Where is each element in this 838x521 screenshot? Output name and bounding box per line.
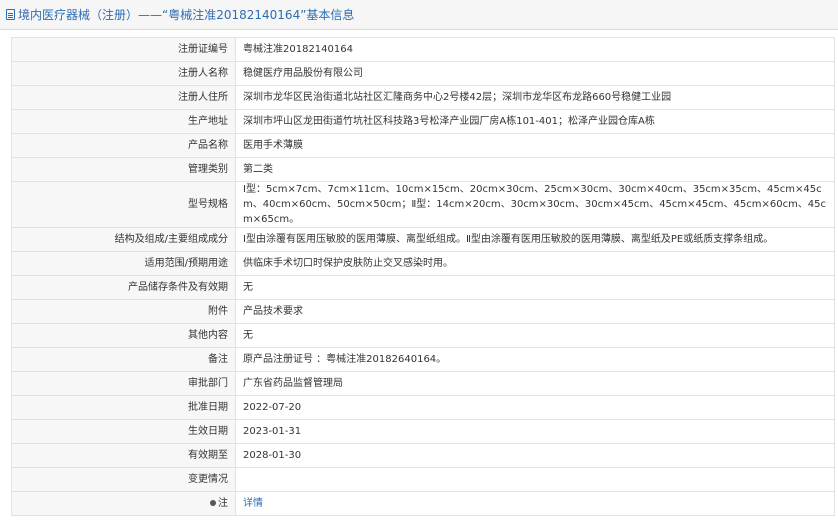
table-row: 批准日期 2022-07-20 <box>11 395 835 420</box>
row-value: 第二类 <box>235 157 835 182</box>
row-label: 注 <box>218 498 228 509</box>
table-row: 审批部门 广东省药品监督管理局 <box>11 371 835 396</box>
row-value: Ⅰ型由涂覆有医用压敏胶的医用薄膜、离型纸组成。Ⅱ型由涂覆有医用压敏胶的医用薄膜、… <box>235 227 835 252</box>
table-row: 适用范围/预期用途 供临床手术切口时保护皮肤防止交叉感染时用。 <box>11 251 835 276</box>
row-value: 原产品注册证号 ：粤械注准20182640164。 <box>235 347 835 372</box>
table-row: 生产地址 深圳市坪山区龙田街道竹坑社区科技路3号松泽产业园厂房A栋101-401… <box>11 109 835 134</box>
table-row: 型号规格 Ⅰ型：5cm×7cm、7cm×11cm、10cm×15cm、20cm×… <box>11 181 835 228</box>
details-link[interactable]: 详情 <box>243 498 263 509</box>
table-row: 其他内容 无 <box>11 323 835 348</box>
page-header: 境内医疗器械（注册）——“粤械注准20182140164”基本信息 <box>0 0 838 30</box>
row-value: 无 <box>235 323 835 348</box>
table-row: 注册证编号 粤械注准20182140164 <box>11 37 835 62</box>
note-value-cell: 详情 <box>235 491 835 516</box>
row-label: 管理类别 <box>11 157 236 182</box>
table-row: 有效期至 2028-01-30 <box>11 443 835 468</box>
row-value: 深圳市龙华区民治街道北站社区汇隆商务中心2号楼42层；深圳市龙华区布龙路660号… <box>235 85 835 110</box>
row-value <box>235 467 835 492</box>
table-row: 注 详情 <box>11 491 835 516</box>
row-label: 变更情况 <box>11 467 236 492</box>
row-label: 批准日期 <box>11 395 236 420</box>
table-row: 结构及组成/主要组成成分 Ⅰ型由涂覆有医用压敏胶的医用薄膜、离型纸组成。Ⅱ型由涂… <box>11 227 835 252</box>
note-label-cell: 注 <box>11 491 236 516</box>
table-row: 变更情况 <box>11 467 835 492</box>
row-label: 备注 <box>11 347 236 372</box>
row-value: 产品技术要求 <box>235 299 835 324</box>
document-icon <box>6 9 15 20</box>
row-label: 产品储存条件及有效期 <box>11 275 236 300</box>
row-label: 结构及组成/主要组成成分 <box>11 227 236 252</box>
row-value: 稳健医疗用品股份有限公司 <box>235 61 835 86</box>
pin-icon <box>210 500 216 506</box>
row-label: 注册人名称 <box>11 61 236 86</box>
row-value: 广东省药品监督管理局 <box>235 371 835 396</box>
row-label: 注册证编号 <box>11 37 236 62</box>
table-row: 注册人住所 深圳市龙华区民治街道北站社区汇隆商务中心2号楼42层；深圳市龙华区布… <box>11 85 835 110</box>
table-row: 生效日期 2023-01-31 <box>11 419 835 444</box>
row-value: 无 <box>235 275 835 300</box>
row-value: 2028-01-30 <box>235 443 835 468</box>
table-row: 备注 原产品注册证号 ：粤械注准20182640164。 <box>11 347 835 372</box>
row-label: 其他内容 <box>11 323 236 348</box>
row-label: 型号规格 <box>11 181 236 228</box>
row-value: Ⅰ型：5cm×7cm、7cm×11cm、10cm×15cm、20cm×30cm、… <box>235 181 835 228</box>
row-value: 2022-07-20 <box>235 395 835 420</box>
info-table: 注册证编号 粤械注准20182140164 注册人名称 稳健医疗用品股份有限公司… <box>11 37 835 516</box>
row-label: 有效期至 <box>11 443 236 468</box>
row-label: 生产地址 <box>11 109 236 134</box>
row-value: 供临床手术切口时保护皮肤防止交叉感染时用。 <box>235 251 835 276</box>
row-label: 附件 <box>11 299 236 324</box>
row-label: 产品名称 <box>11 133 236 158</box>
row-label: 生效日期 <box>11 419 236 444</box>
row-value: 粤械注准20182140164 <box>235 37 835 62</box>
row-label: 适用范围/预期用途 <box>11 251 236 276</box>
row-label: 审批部门 <box>11 371 236 396</box>
row-value: 医用手术薄膜 <box>235 133 835 158</box>
table-row: 管理类别 第二类 <box>11 157 835 182</box>
row-value: 深圳市坪山区龙田街道竹坑社区科技路3号松泽产业园厂房A栋101-401；松泽产业… <box>235 109 835 134</box>
row-value: 2023-01-31 <box>235 419 835 444</box>
table-row: 注册人名称 稳健医疗用品股份有限公司 <box>11 61 835 86</box>
table-row: 产品名称 医用手术薄膜 <box>11 133 835 158</box>
table-row: 附件 产品技术要求 <box>11 299 835 324</box>
row-label: 注册人住所 <box>11 85 236 110</box>
table-row: 产品储存条件及有效期 无 <box>11 275 835 300</box>
page-title: 境内医疗器械（注册）——“粤械注准20182140164”基本信息 <box>18 8 355 22</box>
